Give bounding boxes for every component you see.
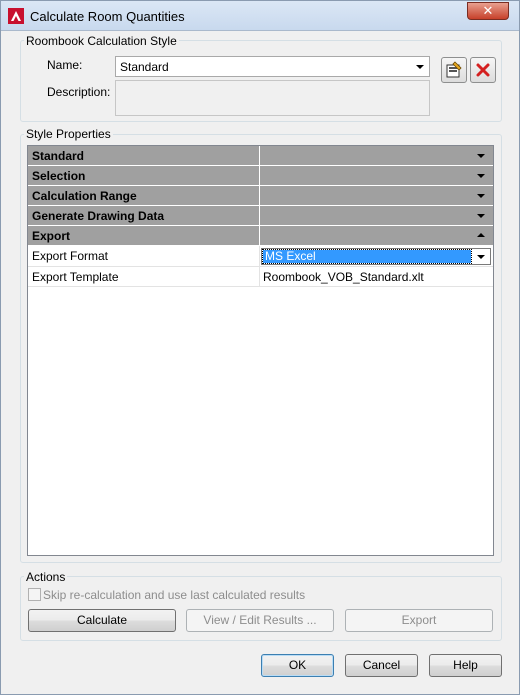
column-divider xyxy=(259,206,260,226)
category-row-standard[interactable]: Standard xyxy=(28,146,493,166)
chevron-down-icon[interactable] xyxy=(477,214,485,218)
category-row-calculation-range[interactable]: Calculation Range xyxy=(28,186,493,206)
properties-group-label: Style Properties xyxy=(24,127,113,141)
chevron-down-icon xyxy=(416,65,424,69)
property-label: Export Template xyxy=(32,270,119,284)
property-value[interactable]: Roombook_VOB_Standard.xlt xyxy=(263,270,424,284)
ok-button[interactable]: OK xyxy=(261,654,334,677)
cancel-button[interactable]: Cancel xyxy=(345,654,418,677)
edit-style-icon xyxy=(446,61,462,78)
skip-recalculation-checkbox[interactable] xyxy=(28,588,41,601)
title-bar[interactable]: Calculate Room Quantities ✕ xyxy=(1,1,519,31)
column-divider xyxy=(259,166,260,186)
skip-recalculation-label: Skip re-calculation and use last calcula… xyxy=(43,588,306,602)
description-field[interactable] xyxy=(115,80,430,116)
category-label: Selection xyxy=(32,169,86,183)
chevron-down-icon[interactable] xyxy=(477,255,485,259)
category-row-export[interactable]: Export xyxy=(28,226,493,246)
category-label: Export xyxy=(32,229,71,243)
actions-group-label: Actions xyxy=(24,570,68,584)
column-divider xyxy=(259,226,260,246)
dialog-window: Calculate Room Quantities ✕ Roombook Cal… xyxy=(0,0,520,695)
column-divider xyxy=(259,146,260,166)
autocad-app-icon xyxy=(8,8,24,24)
category-row-selection[interactable]: Selection xyxy=(28,166,493,186)
style-group-label: Roombook Calculation Style xyxy=(24,34,179,48)
column-divider xyxy=(259,246,260,266)
window-title: Calculate Room Quantities xyxy=(30,9,185,24)
chevron-up-icon[interactable] xyxy=(477,233,485,237)
delete-style-button[interactable] xyxy=(470,57,496,83)
column-divider xyxy=(259,186,260,206)
name-label: Name: xyxy=(47,58,83,72)
calculate-button[interactable]: Calculate xyxy=(28,609,176,632)
category-label: Standard xyxy=(32,149,85,163)
view-edit-results-button[interactable]: View / Edit Results ... xyxy=(186,609,334,632)
edit-style-button[interactable] xyxy=(441,57,467,83)
property-label: Export Format xyxy=(32,249,109,263)
property-grid[interactable]: Standard Selection Calculation Range Gen… xyxy=(27,145,494,556)
style-name-select[interactable]: Standard xyxy=(115,56,430,77)
column-divider xyxy=(259,267,260,287)
export-format-value: MS Excel xyxy=(262,249,472,264)
style-name-value: Standard xyxy=(120,60,169,74)
category-label: Generate Drawing Data xyxy=(32,209,165,223)
category-row-generate-drawing-data[interactable]: Generate Drawing Data xyxy=(28,206,493,226)
export-button[interactable]: Export xyxy=(345,609,493,632)
close-icon: ✕ xyxy=(482,3,494,18)
export-format-select[interactable]: MS Excel xyxy=(261,248,491,265)
delete-icon xyxy=(476,63,490,77)
chevron-down-icon[interactable] xyxy=(477,174,485,178)
description-label: Description: xyxy=(47,85,111,99)
property-row-export-template[interactable]: Export Template Roombook_VOB_Standard.xl… xyxy=(28,267,493,287)
chevron-down-icon[interactable] xyxy=(477,154,485,158)
help-button[interactable]: Help xyxy=(429,654,502,677)
property-row-export-format[interactable]: Export Format MS Excel xyxy=(28,246,493,267)
chevron-down-icon[interactable] xyxy=(477,194,485,198)
category-label: Calculation Range xyxy=(32,189,137,203)
close-button[interactable]: ✕ xyxy=(467,2,509,20)
